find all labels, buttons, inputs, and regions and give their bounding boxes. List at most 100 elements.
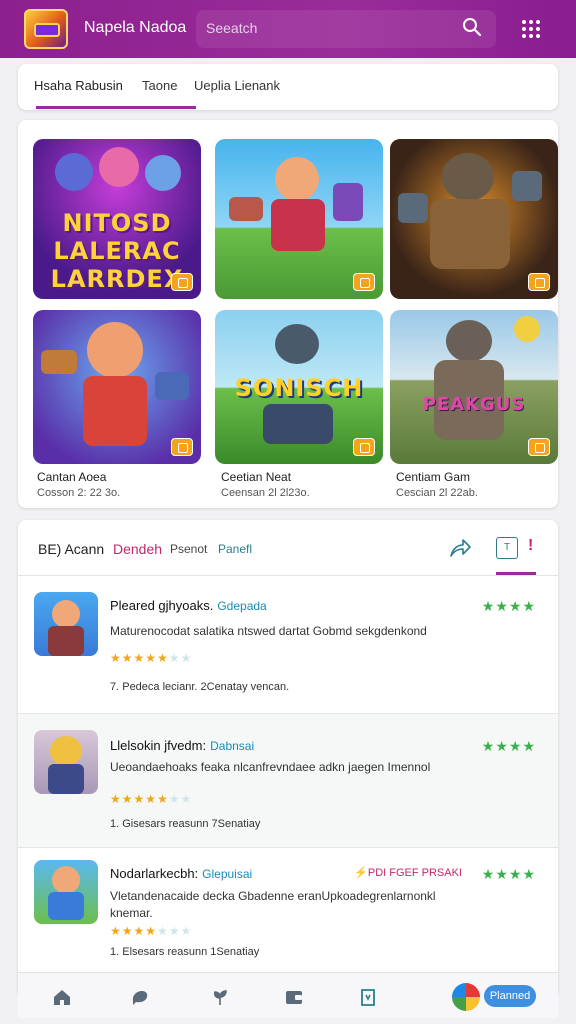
game-tile[interactable]: PEAKGUS — [390, 310, 558, 464]
star-filled-icon: ★ — [157, 651, 169, 665]
active-tab-indicator — [496, 572, 536, 575]
review-meta: 7. Pedeca lecianr. 2Cenatay vencan. — [110, 681, 290, 693]
review-item[interactable]: Pleared gjhyoaks. Gdepada ★★★★ Maturenoco… — [18, 576, 558, 714]
apps-grid-icon[interactable] — [520, 18, 542, 40]
game-subtitle: Ceensan 2l 2l23o. — [221, 487, 310, 499]
game-caption: Ceetian Neat — [221, 470, 292, 484]
active-tab-indicator — [36, 106, 196, 109]
review-tag: Dabnsai — [210, 739, 255, 753]
review-tag: Glepuisai — [202, 867, 253, 881]
weapon-art — [398, 193, 428, 223]
review-meta: 1. Elsesars reasunn 1Senatiay — [110, 946, 260, 958]
character-art — [442, 153, 494, 201]
home-icon[interactable] — [52, 987, 72, 1007]
review-tag: Gdepada — [217, 599, 267, 613]
tab-lienank[interactable]: Ueplia Lienank — [194, 78, 280, 93]
star-filled-icon: ★ — [121, 792, 134, 806]
review-meta: 1. Gisesars reasunn 7Senatiay — [110, 818, 261, 830]
review-body: Ueoandaehoaks feaka nlcanfrevndaee adkn … — [110, 760, 431, 774]
star-filled-icon: ★ — [133, 924, 146, 938]
character-art — [271, 199, 325, 251]
review-title: Nodarlarkecbh: Glepuisai — [110, 866, 253, 881]
plant-icon[interactable] — [210, 987, 230, 1007]
star-empty-icon: ★ — [168, 651, 181, 665]
game-title-art: PEAKGUS — [422, 394, 526, 415]
game-tile[interactable]: NITOSD LALERAC LARRDEX — [33, 139, 201, 299]
game-subtitle: Cosson 2: 22 3o. — [37, 487, 121, 499]
reviews-header: BE) Acann Dendeh Psenot Panefl T ! — [18, 520, 558, 576]
game-tile[interactable] — [215, 139, 383, 299]
bookmark-icon[interactable]: T — [496, 537, 518, 559]
badge-icon — [353, 273, 375, 291]
app-title: Napela Nadoa — [84, 19, 187, 36]
star-empty-icon: ★ — [157, 924, 169, 938]
search-icon[interactable] — [462, 17, 482, 37]
games-grid: NITOSD LALERAC LARRDEX SONISCH PEAKGUS C… — [18, 120, 558, 508]
wallet-icon[interactable] — [284, 987, 304, 1007]
badge-icon — [353, 438, 375, 456]
star-filled-icon: ★ — [145, 924, 158, 938]
tab-rabusin[interactable]: Hsaha Rabusin — [34, 78, 123, 93]
weapon-art — [512, 171, 542, 201]
reviews-filter-link[interactable]: Psenot — [170, 542, 207, 556]
game-tile[interactable]: SONISCH — [215, 310, 383, 464]
star-empty-icon: ★ — [180, 792, 193, 806]
star-filled-icon: ★ — [145, 792, 158, 806]
tab-taone[interactable]: Taone — [142, 78, 177, 93]
star-empty-icon: ★ — [168, 792, 181, 806]
reviews-filter-link[interactable]: Panefl — [218, 542, 252, 556]
orb-art — [514, 316, 540, 342]
character-art — [87, 322, 143, 378]
avatar — [34, 730, 98, 794]
review-stars: ★★★★★★★ — [110, 924, 192, 938]
character-art — [275, 324, 319, 364]
planned-button[interactable]: Planned — [484, 985, 536, 1007]
top-app-bar: Napela Nadoa — [0, 0, 576, 58]
weapon-art — [229, 197, 263, 221]
star-filled-icon: ★ — [121, 651, 134, 665]
reviews-label: BE) Acann — [38, 541, 105, 557]
character-art — [99, 147, 139, 187]
review-title: Llelsokin jfvedm: Dabnsai — [110, 738, 255, 753]
star-filled-icon: ★ — [110, 924, 122, 938]
badge-icon — [528, 273, 550, 291]
star-empty-icon: ★ — [168, 924, 181, 938]
character-art — [430, 199, 510, 269]
review-body: Vletandenacaide decka Gbadenne eranUpkoa… — [110, 889, 436, 920]
planet-icon[interactable] — [452, 983, 480, 1011]
star-filled-icon: ★ — [133, 792, 146, 806]
game-tile[interactable] — [390, 139, 558, 299]
review-body: Maturenocodat salatika ntswed dartat Gob… — [110, 624, 427, 638]
review-title: Pleared gjhyoaks. Gdepada — [110, 598, 267, 613]
game-caption: Centiam Gam — [396, 470, 471, 484]
reviews-panel: BE) Acann Dendeh Psenot Panefl T ! Plear… — [18, 520, 558, 998]
tab-bar: Hsaha Rabusin Taone Ueplia Lienank — [18, 64, 558, 110]
share-icon[interactable] — [448, 537, 472, 559]
chat-icon[interactable] — [130, 987, 150, 1007]
more-icon[interactable]: ! — [528, 537, 533, 555]
star-empty-icon: ★ — [180, 651, 193, 665]
star-filled-icon: ★ — [157, 792, 169, 806]
game-tile[interactable] — [33, 310, 201, 464]
promo-badge: PDI FGEF PRSAKI — [354, 866, 462, 879]
book-icon[interactable] — [358, 987, 378, 1007]
review-item[interactable]: Llelsokin jfvedm: Dabnsai ★★★★ Ueoandaeho… — [18, 714, 558, 848]
star-filled-icon: ★ — [145, 651, 158, 665]
review-stars: ★★★★★★★ — [110, 792, 192, 806]
character-art — [55, 153, 93, 191]
badge-icon — [528, 438, 550, 456]
review-item[interactable]: Nodarlarkecbh:Glepuisai PDI FGEF PRSAKI … — [18, 848, 558, 974]
search-input[interactable] — [206, 20, 426, 36]
star-filled-icon: ★ — [121, 924, 134, 938]
search-box[interactable] — [196, 10, 496, 48]
review-stars: ★★★★★★★ — [110, 651, 192, 665]
avatar — [34, 860, 98, 924]
weapon-art — [333, 183, 363, 221]
reviews-filter-link[interactable]: Dendeh — [113, 541, 162, 557]
app-logo[interactable] — [24, 9, 68, 49]
character-art — [275, 157, 319, 201]
weapon-art — [155, 372, 189, 400]
character-art — [263, 404, 333, 444]
star-filled-icon: ★ — [110, 651, 122, 665]
avatar — [34, 592, 98, 656]
